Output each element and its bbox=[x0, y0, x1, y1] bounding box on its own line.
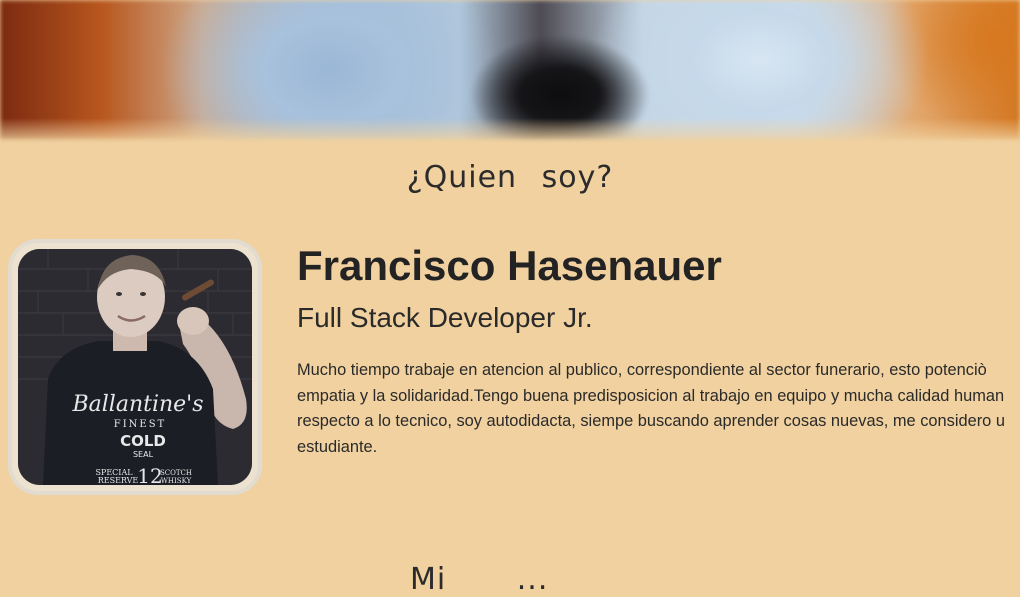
bio-line: estudiante. bbox=[297, 437, 378, 456]
shirt-text-scotch: SCOTCH bbox=[160, 469, 192, 477]
profile-role: Full Stack Developer Jr. bbox=[297, 302, 593, 333]
profile-photo-frame: Ballantine's FINEST COLD SEAL SPECIAL RE… bbox=[8, 239, 262, 495]
profile-bio: Mucho tiempo trabaje en atencion al publ… bbox=[297, 358, 1020, 460]
profile-name: Francisco Hasenauer bbox=[297, 242, 722, 289]
profile-photo: Ballantine's FINEST COLD SEAL SPECIAL RE… bbox=[18, 249, 252, 485]
shirt-text-finest: FINEST bbox=[114, 419, 166, 430]
hero-fade bbox=[0, 118, 1020, 146]
section-title-next: Mi ... bbox=[410, 562, 549, 597]
shirt-text-seal: SEAL bbox=[133, 450, 154, 459]
bio-line: respecto a lo tecnico, soy autodidacta, … bbox=[297, 412, 1005, 430]
shirt-text-cold: COLD bbox=[120, 432, 166, 450]
shirt-text-brand: Ballantine's bbox=[71, 392, 203, 417]
shirt-text-reserve: RESERVE bbox=[98, 476, 139, 485]
section-title-about: ¿Quien soy? bbox=[406, 160, 614, 195]
bio-line: Mucho tiempo trabaje en atencion al publ… bbox=[297, 361, 987, 379]
bio-line: empatia y la solidaridad.Tengo buena pre… bbox=[297, 386, 1005, 405]
shirt-text-12: 12 bbox=[137, 464, 162, 485]
profile-photo-illustration: Ballantine's FINEST COLD SEAL SPECIAL RE… bbox=[18, 249, 252, 485]
shirt-text-whisky: WHISKY bbox=[161, 477, 192, 485]
